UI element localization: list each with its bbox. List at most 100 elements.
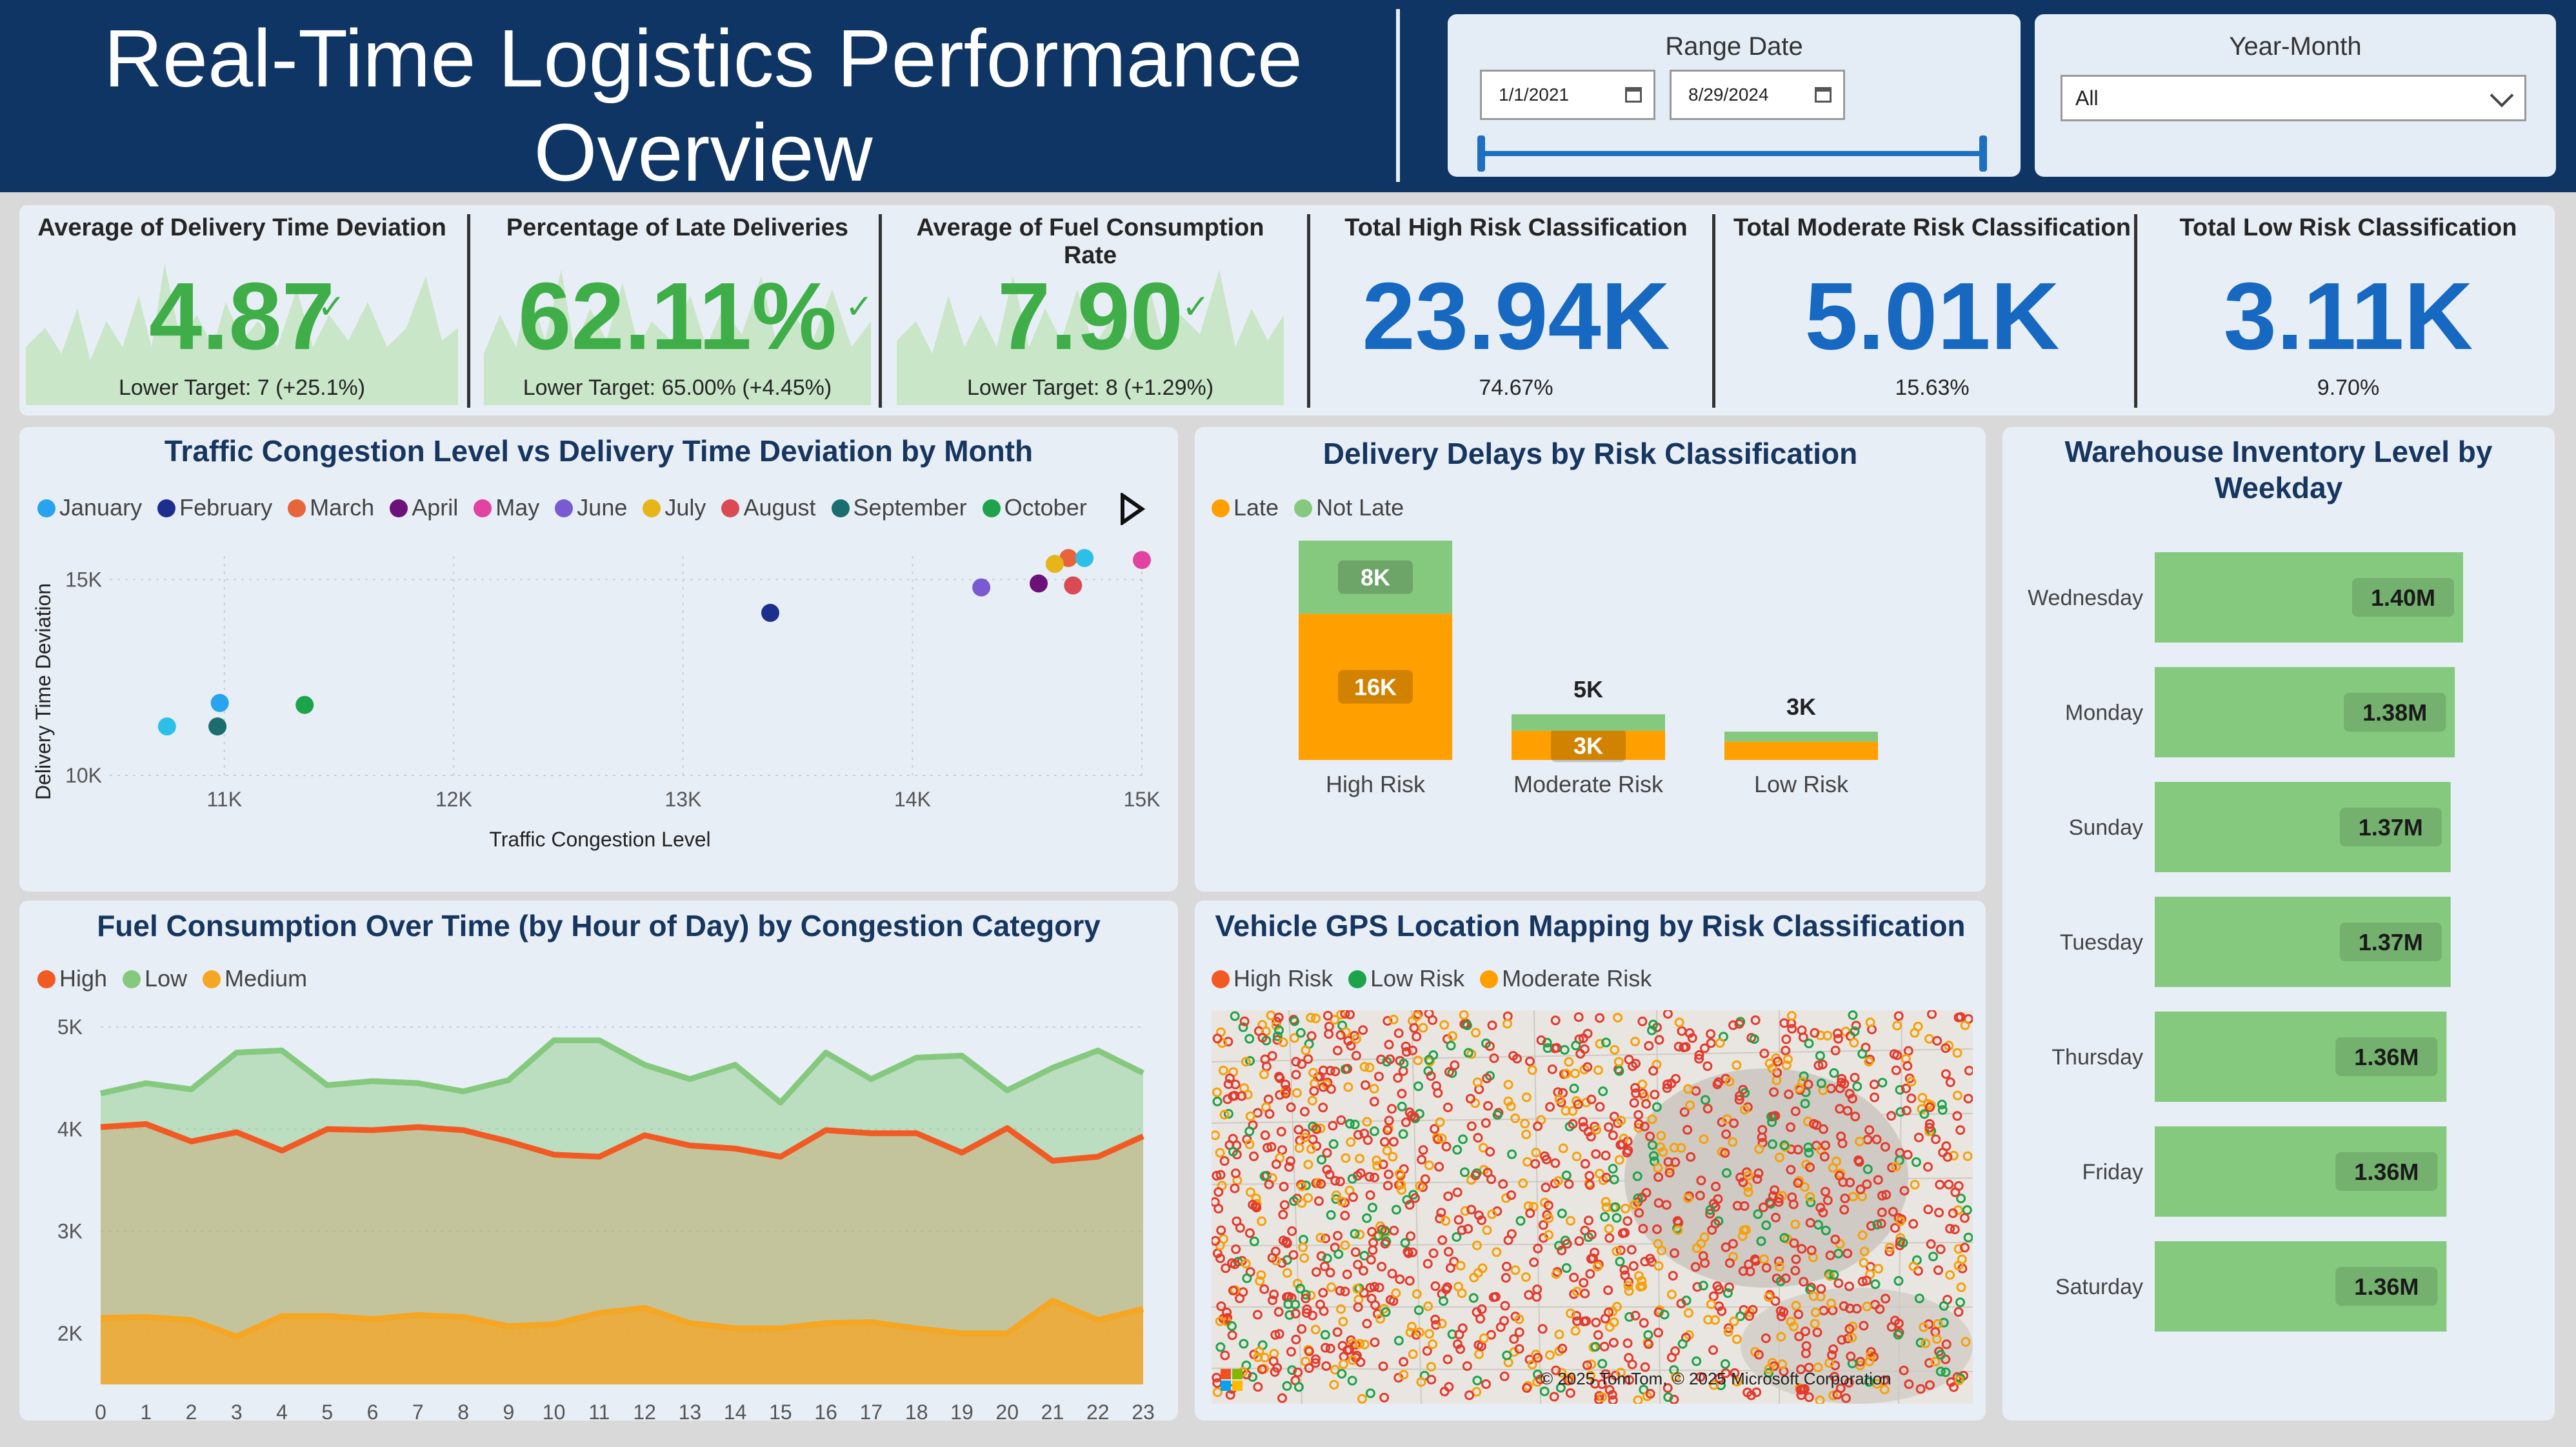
data-point xyxy=(1030,574,1048,593)
range-end-handle[interactable] xyxy=(1979,135,1987,172)
kpi-title: Average of Delivery Time Deviation xyxy=(37,214,446,241)
delays-title: Delivery Delays by Risk Classification xyxy=(1323,437,1858,470)
x-tick-label: 17 xyxy=(860,1401,883,1421)
x-tick-label: 4 xyxy=(276,1401,288,1421)
legend-label: Moderate Risk xyxy=(1502,965,1652,992)
legend-label: January xyxy=(59,494,143,521)
legend-item-july[interactable]: July xyxy=(643,494,706,521)
kpi-title: Total Moderate Risk Classification xyxy=(1733,214,2131,241)
legend-item-low[interactable]: Low xyxy=(123,965,187,992)
gps-map-title: Vehicle GPS Location Mapping by Risk Cla… xyxy=(1215,909,1966,943)
end-date-input[interactable]: 8/29/2024 xyxy=(1670,70,1845,120)
fuel-legend: High Low Medium xyxy=(37,965,316,992)
year-month-dropdown[interactable]: All xyxy=(2061,75,2526,121)
x-tick-label: 3 xyxy=(231,1401,243,1421)
kpi-percentage: 74.67% xyxy=(1479,375,1553,400)
legend-item-april[interactable]: April xyxy=(390,494,458,521)
gps-map-card: Vehicle GPS Location Mapping by Risk Cla… xyxy=(1195,901,1986,1421)
warehouse-title: Warehouse Inventory Level by Weekday xyxy=(2064,435,2493,504)
legend-dot xyxy=(1348,970,1367,988)
legend-dot xyxy=(123,970,141,988)
x-tick-label: 13 xyxy=(679,1401,702,1421)
legend-dot xyxy=(643,499,661,517)
legend-label: Medium xyxy=(225,965,308,992)
year-month-selected: All xyxy=(2075,86,2099,110)
x-tick-label: 21 xyxy=(1041,1401,1064,1421)
gps-map[interactable] xyxy=(1212,1010,1973,1404)
kpi-percentage: 9.70% xyxy=(2317,375,2380,400)
legend-dot xyxy=(1212,499,1230,517)
bing-logo xyxy=(1221,1369,1231,1379)
data-point xyxy=(1064,576,1083,595)
legend-item-high[interactable]: High xyxy=(37,965,107,992)
legend-item-march[interactable]: March xyxy=(288,494,374,521)
calendar-icon[interactable] xyxy=(1815,87,1832,103)
data-point xyxy=(157,717,176,736)
legend-item-october[interactable]: October xyxy=(982,494,1087,521)
range-start-handle[interactable] xyxy=(1477,135,1485,172)
data-point xyxy=(1075,549,1094,568)
category-label: Sunday xyxy=(2069,815,2143,840)
x-tick-label: 8 xyxy=(457,1401,469,1421)
x-tick-label: 18 xyxy=(905,1401,928,1421)
fuel-card: Fuel Consumption Over Time (by Hour of D… xyxy=(19,901,1178,1421)
legend-dot xyxy=(474,499,492,517)
legend-dot xyxy=(157,499,176,517)
legend-dot xyxy=(831,499,850,517)
chevron-down-icon[interactable] xyxy=(2490,83,2514,108)
x-tick-label: 5 xyxy=(321,1401,333,1421)
kpi-value: 23.94K xyxy=(1362,263,1670,370)
category-label: Monday xyxy=(2065,701,2143,725)
kpi-title: Total High Risk Classification xyxy=(1344,214,1688,241)
kpi-card-fuel-consumption: Average of Fuel Consumption Rate 7.90 ✓ … xyxy=(890,205,1290,415)
calendar-icon[interactable] xyxy=(1625,87,1642,103)
date-range-slider[interactable] xyxy=(1480,151,1983,156)
legend-item-high-risk[interactable]: High Risk xyxy=(1212,965,1333,992)
legend-item-moderate-risk[interactable]: Moderate Risk xyxy=(1480,965,1652,992)
category-label: Low Risk xyxy=(1754,771,1849,797)
fuel-area-chart: 2K3K4K5K0 1 2 3 4 5 6 7 8 9 10 11 12 13 14 15 16 17 18 19 20… xyxy=(57,1015,1155,1421)
legend-item-january[interactable]: January xyxy=(37,494,142,521)
legend-item-june[interactable]: June xyxy=(555,494,627,521)
kpi-divider xyxy=(1712,214,1715,408)
data-point xyxy=(208,717,227,736)
end-date-value: 8/29/2024 xyxy=(1688,85,1769,105)
x-tick-label: 23 xyxy=(1132,1401,1155,1421)
legend-item-low-risk[interactable]: Low Risk xyxy=(1348,965,1464,992)
category-label: Friday xyxy=(2082,1160,2143,1184)
legend-item-february[interactable]: February xyxy=(157,494,272,521)
warehouse-card: Warehouse Inventory Level by Weekday Wed… xyxy=(2002,427,2555,1421)
legend-label: August xyxy=(743,494,816,521)
kpi-divider xyxy=(467,214,470,408)
x-tick-label: 9 xyxy=(503,1401,514,1421)
legend-dot xyxy=(37,970,55,988)
kpi-value: 4.87 xyxy=(148,263,335,370)
x-tick-label: 14 xyxy=(724,1401,747,1421)
y-tick-label: 10K xyxy=(65,764,102,787)
legend-item-medium[interactable]: Medium xyxy=(203,965,307,992)
legend-label: Late xyxy=(1233,494,1279,521)
x-tick-label: 13K xyxy=(664,788,701,811)
x-tick-label: 22 xyxy=(1086,1401,1110,1421)
legend-item-not-late[interactable]: Not Late xyxy=(1294,494,1404,521)
y-tick-label: 2K xyxy=(57,1322,83,1345)
check-icon: ✓ xyxy=(845,288,874,326)
legend-item-august[interactable]: August xyxy=(721,494,816,521)
legend-item-late[interactable]: Late xyxy=(1212,494,1279,521)
header-bar: Real-Time Logistics Performance Overview… xyxy=(0,0,2576,198)
page-title: Real-Time Logistics Performance Overview xyxy=(39,12,1368,200)
legend-dot xyxy=(203,970,221,988)
x-tick-label: 14K xyxy=(894,788,931,811)
start-date-input[interactable]: 1/1/2021 xyxy=(1480,70,1655,120)
kpi-title: Percentage of Late Deliveries xyxy=(506,214,849,241)
header-divider xyxy=(1396,9,1400,182)
legend-label: July xyxy=(664,494,706,521)
legend-dot xyxy=(555,499,574,517)
legend-item-september[interactable]: September xyxy=(831,494,967,521)
total-label: 3K xyxy=(1786,694,1816,720)
legend-next-arrow-icon[interactable] xyxy=(1119,493,1146,525)
kpi-value: 5.01K xyxy=(1804,263,2060,370)
data-label: 8K xyxy=(1361,564,1390,591)
legend-item-may[interactable]: May xyxy=(474,494,539,521)
category-label: Saturday xyxy=(2055,1275,2143,1299)
